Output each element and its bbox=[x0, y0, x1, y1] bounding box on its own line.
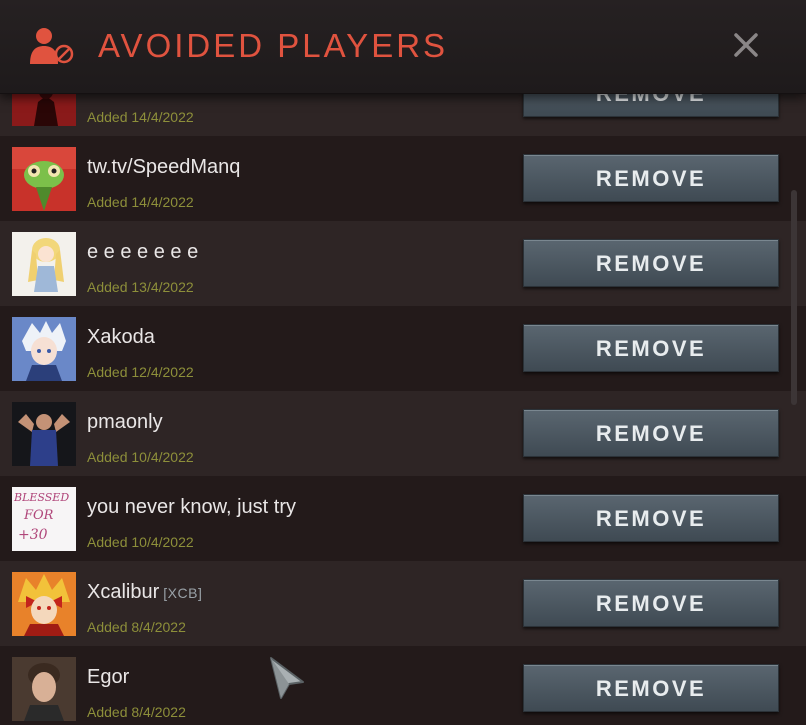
remove-button[interactable]: REMOVE bbox=[523, 664, 779, 712]
added-date: Added 8/4/2022 bbox=[87, 704, 186, 720]
close-button[interactable] bbox=[728, 27, 764, 63]
remove-button[interactable]: REMOVE bbox=[523, 494, 779, 542]
list-item: pmaonly Added 10/4/2022 REMOVE bbox=[0, 391, 806, 476]
dialog-header: AVOIDED PLAYERS bbox=[0, 0, 806, 94]
player-name: you never know, just try bbox=[87, 496, 296, 518]
page-title: AVOIDED PLAYERS bbox=[98, 27, 449, 64]
mouse-cursor-icon bbox=[267, 656, 307, 702]
player-name: Xakoda bbox=[87, 326, 155, 348]
remove-button[interactable]: REMOVE bbox=[523, 239, 779, 287]
avatar: BLESSED FOR +30 bbox=[12, 487, 76, 551]
remove-button[interactable]: REMOVE bbox=[523, 579, 779, 627]
added-date: Added 13/4/2022 bbox=[87, 279, 194, 295]
player-name: e e e e e e e bbox=[87, 241, 199, 263]
added-date: Added 14/4/2022 bbox=[87, 109, 194, 125]
avoided-players-list: Added 14/4/2022 REMOVE tw.tv/SpeedManq bbox=[0, 51, 806, 725]
player-name: Xcalibur [XCB] bbox=[87, 581, 203, 603]
list-item: Xakoda Added 12/4/2022 REMOVE bbox=[0, 306, 806, 391]
avatar bbox=[12, 232, 76, 296]
added-date: Added 10/4/2022 bbox=[87, 534, 194, 550]
avatar bbox=[12, 402, 76, 466]
added-date: Added 12/4/2022 bbox=[87, 364, 194, 380]
remove-button[interactable]: REMOVE bbox=[523, 409, 779, 457]
player-name: Egor bbox=[87, 666, 130, 688]
list-item: Egor Added 8/4/2022 REMOVE bbox=[0, 646, 806, 725]
svg-text:BLESSED: BLESSED bbox=[13, 491, 69, 504]
added-date: Added 8/4/2022 bbox=[87, 619, 186, 635]
svg-text:FOR: FOR bbox=[23, 508, 54, 523]
avatar bbox=[12, 317, 76, 381]
added-date: Added 10/4/2022 bbox=[87, 449, 194, 465]
avatar bbox=[12, 147, 76, 211]
avoided-players-panel: Added 14/4/2022 REMOVE tw.tv/SpeedManq bbox=[0, 0, 806, 725]
scrollbar[interactable] bbox=[791, 190, 797, 405]
remove-button[interactable]: REMOVE bbox=[523, 154, 779, 202]
remove-button[interactable]: REMOVE bbox=[523, 324, 779, 372]
avatar bbox=[12, 657, 76, 721]
avatar bbox=[12, 572, 76, 636]
guild-tag: [XCB] bbox=[163, 585, 203, 601]
player-name: pmaonly bbox=[87, 411, 163, 433]
avoid-user-icon bbox=[30, 26, 74, 66]
player-name: tw.tv/SpeedManq bbox=[87, 156, 241, 178]
list-item: Xcalibur [XCB] Added 8/4/2022 REMOVE bbox=[0, 561, 806, 646]
list-item: BLESSED FOR +30 you never know, just try… bbox=[0, 476, 806, 561]
added-date: Added 14/4/2022 bbox=[87, 194, 194, 210]
list-item: tw.tv/SpeedManq Added 14/4/2022 REMOVE bbox=[0, 136, 806, 221]
svg-text:+30: +30 bbox=[18, 527, 48, 543]
list-item: e e e e e e e Added 13/4/2022 REMOVE bbox=[0, 221, 806, 306]
close-icon bbox=[734, 33, 758, 57]
